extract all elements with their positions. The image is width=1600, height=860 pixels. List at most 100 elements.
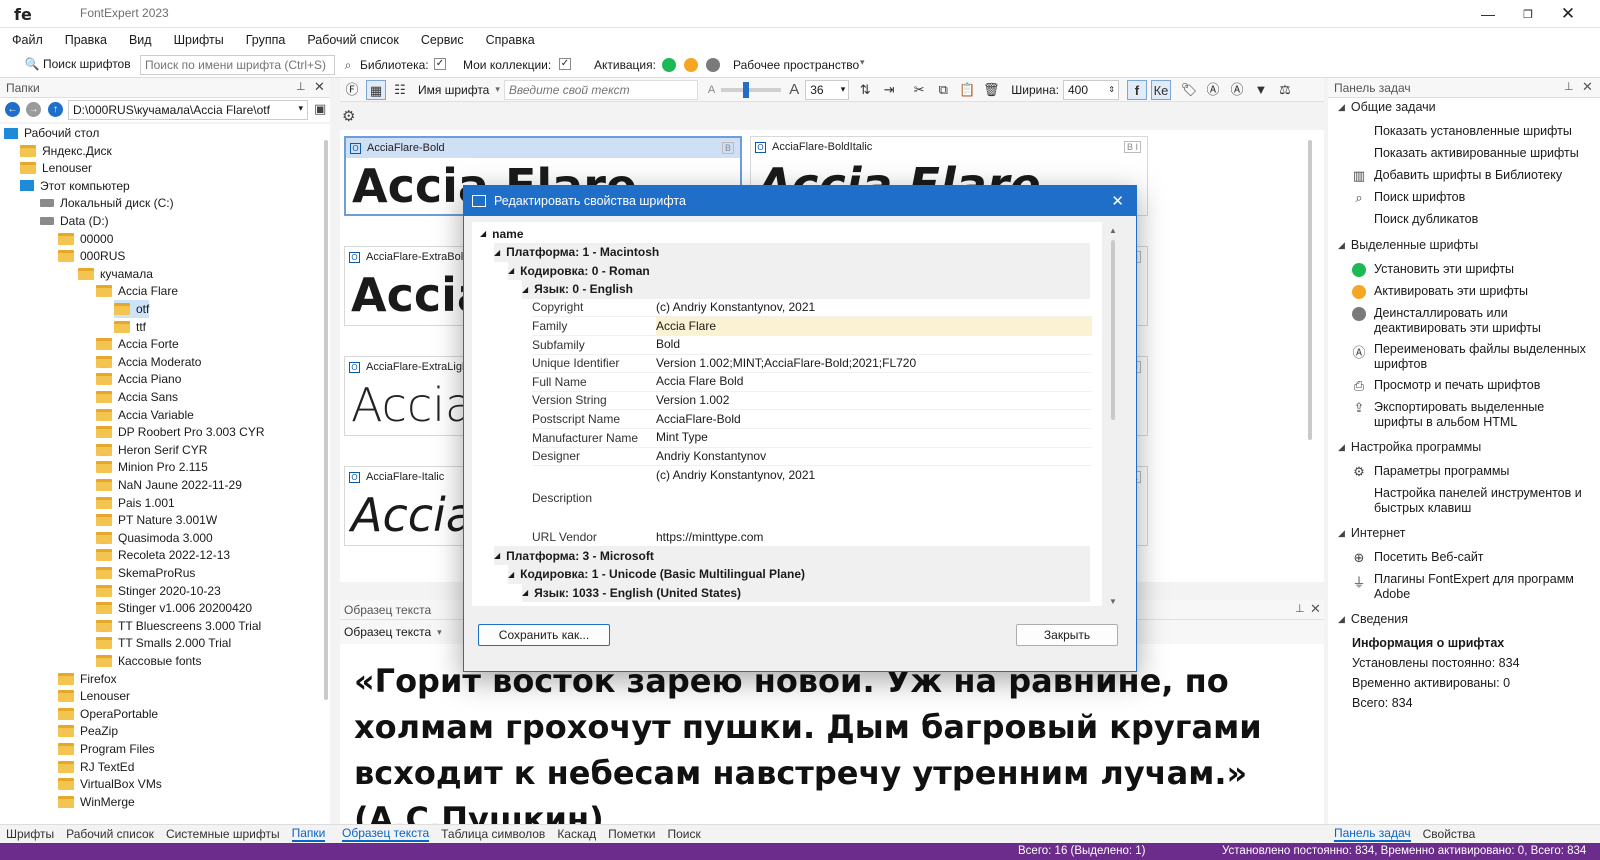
task-link[interactable]: Деинсталлировать или деактивировать эти … bbox=[1352, 306, 1596, 336]
menu-item[interactable]: Шрифты bbox=[174, 33, 224, 47]
tab[interactable]: Рабочий список bbox=[66, 827, 154, 841]
outline-a-icon[interactable]: Ⓐ bbox=[1227, 80, 1247, 100]
tree-node[interactable]: Кассовые fonts bbox=[96, 652, 202, 670]
font-view-icon[interactable]: Ⓕ bbox=[342, 80, 362, 100]
tree-node[interactable]: Accia Flare bbox=[96, 282, 178, 300]
tab[interactable]: Каскад bbox=[557, 827, 596, 841]
property-row[interactable]: Postscript Name AcciaFlare-Bold bbox=[532, 410, 1092, 429]
taskpane-section-header[interactable]: ◢ Интернет bbox=[1338, 526, 1405, 540]
tab[interactable]: Образец текста bbox=[342, 826, 430, 842]
tree-node[interactable]: Minion Pro 2.115 bbox=[96, 458, 208, 476]
tree-node[interactable]: SkemaProRus bbox=[96, 564, 195, 582]
tag-icon[interactable]: 🏷 bbox=[1179, 80, 1199, 100]
menu-item[interactable]: Файл bbox=[12, 33, 43, 47]
task-link[interactable]: Активировать эти шрифты bbox=[1352, 284, 1596, 299]
width-spinner[interactable]: 400 ⇕ bbox=[1062, 79, 1119, 100]
tab[interactable]: Свойства bbox=[1423, 827, 1476, 841]
collections-checkbox[interactable]: ✓ bbox=[559, 58, 571, 70]
tree-node[interactable]: Quasimoda 3.000 bbox=[96, 529, 213, 547]
tree-node[interactable]: VirtualBox VMs bbox=[58, 775, 162, 793]
tree-node[interactable]: otf bbox=[114, 300, 150, 318]
text-a-icon[interactable]: Ⓐ bbox=[1203, 80, 1223, 100]
property-row[interactable]: Subfamily Bold bbox=[532, 336, 1092, 355]
tree-node[interactable]: Pais 1.001 bbox=[96, 494, 175, 512]
list-view-icon[interactable]: ☷ bbox=[390, 80, 410, 100]
tab[interactable]: Панель задач bbox=[1334, 826, 1411, 842]
workspace-dropdown[interactable]: Рабочее пространство bbox=[733, 58, 859, 72]
activation-green-button[interactable] bbox=[662, 58, 676, 72]
font-name-search-input[interactable] bbox=[140, 55, 335, 75]
tree-node[interactable]: 00000 bbox=[58, 230, 113, 248]
pin-icon[interactable]: ⊥ bbox=[1564, 80, 1574, 93]
tree-node[interactable]: 000RUS bbox=[58, 247, 125, 265]
tab[interactable]: Пометки bbox=[608, 827, 655, 841]
tree-node[interactable]: NaN Jaune 2022-11-29 bbox=[96, 476, 242, 494]
property-row[interactable]: Manufacturer Name Mint Type bbox=[532, 429, 1092, 448]
copy-icon[interactable]: ⧉ bbox=[933, 80, 953, 100]
activation-gray-button[interactable] bbox=[706, 58, 720, 72]
tree-node[interactable]: Firefox bbox=[58, 670, 117, 688]
tree-scrollbar[interactable] bbox=[324, 140, 328, 700]
size-slider[interactable] bbox=[721, 81, 782, 98]
property-row[interactable]: Designer Andriy Konstantynov bbox=[532, 447, 1092, 467]
tree-node[interactable]: Accia Moderato bbox=[96, 353, 201, 371]
property-row[interactable]: (c) Andriy Konstantynov, 2021 bbox=[532, 466, 1092, 485]
menu-item[interactable]: Правка bbox=[65, 33, 107, 47]
taskpane-section-header[interactable]: ◢ Настройка программы bbox=[1338, 440, 1481, 454]
property-row[interactable]: Copyright (c) Andriy Konstantynov, 2021 bbox=[532, 298, 1092, 318]
calendar-icon[interactable]: ▣ bbox=[314, 101, 326, 117]
search-clear-icon[interactable]: ⌕ bbox=[340, 57, 356, 73]
tree-node[interactable]: DP Roobert Pro 3.003 CYR bbox=[96, 423, 265, 441]
taskpane-section-header[interactable]: ◢ Общие задачи bbox=[1338, 100, 1436, 114]
sample-dropdown[interactable]: Образец текста bbox=[344, 625, 431, 639]
grid-view-icon[interactable]: ▦ bbox=[366, 79, 386, 100]
taskpane-section-header[interactable]: ◢ Выделенные шрифты bbox=[1338, 238, 1478, 252]
tree-node[interactable]: Accia Variable bbox=[96, 406, 194, 424]
minimize-icon[interactable]: — bbox=[1476, 4, 1500, 24]
gear-icon[interactable]: ⚙ bbox=[342, 107, 355, 125]
property-row[interactable]: Family Accia Flare bbox=[532, 316, 1092, 336]
task-link[interactable]: ⌕ Поиск шрифтов bbox=[1352, 190, 1596, 206]
preview-text-input[interactable] bbox=[503, 79, 698, 100]
task-link[interactable]: ⚙ Параметры программы bbox=[1352, 464, 1596, 480]
menu-item[interactable]: Сервис bbox=[421, 33, 464, 47]
task-link[interactable]: ⊕ Посетить Веб-сайт bbox=[1352, 550, 1596, 566]
property-group[interactable]: ◢ Кодировка: 1 - Unicode (Basic Multiling… bbox=[508, 564, 1090, 584]
tree-node[interactable]: Data (D:) bbox=[40, 212, 109, 230]
font-name-toggle-icon[interactable]: f bbox=[1126, 79, 1147, 100]
tree-node[interactable]: Lenouser bbox=[20, 159, 92, 177]
tree-node[interactable]: PT Nature 3.001W bbox=[96, 511, 217, 529]
activation-orange-button[interactable] bbox=[684, 58, 698, 72]
property-row[interactable]: Description bbox=[532, 488, 1092, 507]
task-link[interactable]: Поиск дубликатов bbox=[1352, 212, 1596, 227]
menu-item[interactable]: Справка bbox=[486, 33, 535, 47]
property-group[interactable]: ◢ Платформа: 1 - Macintosh bbox=[494, 242, 1090, 262]
task-link[interactable]: ⎙ Просмотр и печать шрифтов bbox=[1352, 378, 1596, 394]
close-panel-icon[interactable]: ✕ bbox=[314, 79, 325, 95]
cyrillic-toggle-icon[interactable]: Кe bbox=[1150, 79, 1171, 100]
tree-node[interactable]: Stinger v1.006 20200420 bbox=[96, 599, 252, 617]
save-as-button[interactable]: Сохранить как... bbox=[478, 624, 610, 646]
property-group[interactable]: ◢ name bbox=[480, 224, 1090, 243]
menu-item[interactable]: Вид bbox=[129, 33, 152, 47]
pin-icon[interactable]: ⊥ bbox=[296, 80, 306, 93]
task-link[interactable]: ▥ Добавить шрифты в Библиотеку bbox=[1352, 168, 1596, 184]
property-group[interactable]: ◢ Язык: 0 - English bbox=[522, 279, 1090, 299]
task-link[interactable]: ⇪ Экспортировать выделенные шрифты в альб… bbox=[1352, 400, 1596, 430]
task-link[interactable]: Установить эти шрифты bbox=[1352, 262, 1596, 277]
tree-node[interactable]: WinMerge bbox=[58, 793, 135, 811]
tab[interactable]: Поиск bbox=[667, 827, 700, 841]
tab[interactable]: Системные шрифты bbox=[166, 827, 280, 841]
tree-node[interactable]: OperaPortable bbox=[58, 705, 158, 723]
tree-node[interactable]: Accia Piano bbox=[96, 370, 181, 388]
tree-node[interactable]: Stinger 2020-10-23 bbox=[96, 582, 221, 600]
tree-node[interactable]: TT Bluescreens 3.000 Trial bbox=[96, 617, 261, 635]
menu-item[interactable]: Рабочий список bbox=[307, 33, 398, 47]
tab[interactable]: Таблица символов bbox=[441, 827, 545, 841]
close-panel-icon[interactable]: ✕ bbox=[1310, 601, 1321, 617]
property-row[interactable]: URL Vendor https://minttype.com bbox=[532, 528, 1092, 547]
close-button[interactable]: Закрыть bbox=[1016, 624, 1118, 646]
tree-node[interactable]: Этот компьютер bbox=[20, 177, 130, 195]
font-size-combobox[interactable]: 36 ▾ bbox=[805, 79, 850, 100]
tree-node[interactable]: Program Files bbox=[58, 740, 155, 758]
